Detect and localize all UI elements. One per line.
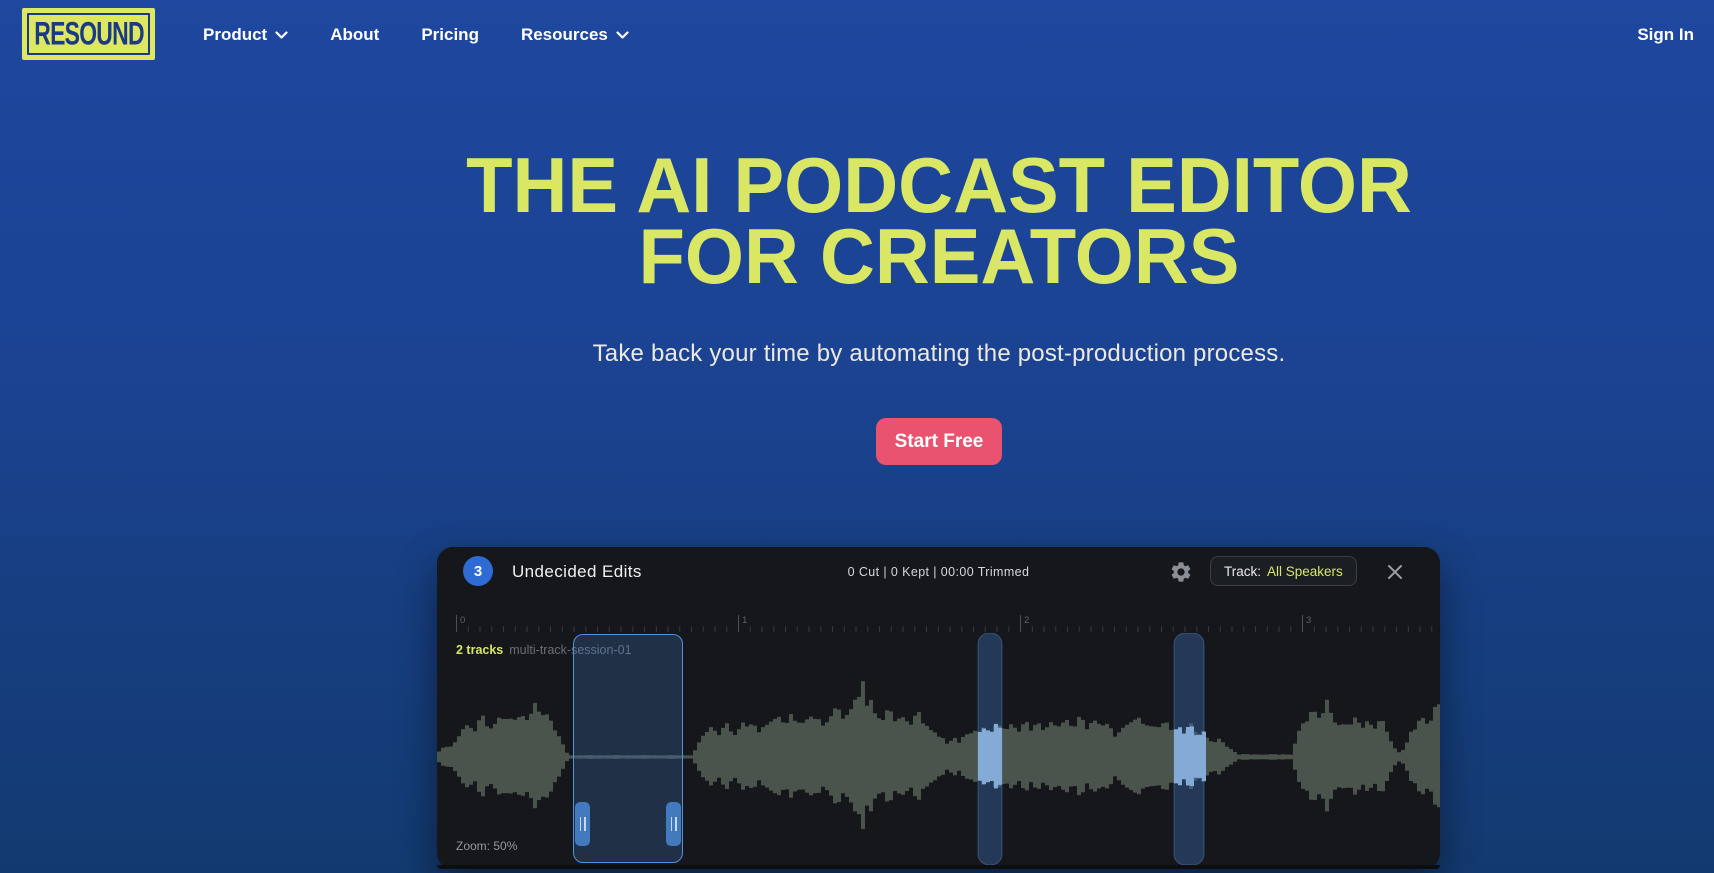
waveform-area[interactable]: 2 tracksmulti-track-session-01 Zoom: 50% — [437, 633, 1440, 866]
close-button[interactable] — [1385, 562, 1405, 582]
chevron-down-icon — [275, 31, 288, 40]
timeline-ruler: 0 1 2 3 — [437, 611, 1440, 633]
nav-item-product-label: Product — [203, 25, 267, 45]
track-selector-label: Track: — [1224, 564, 1261, 579]
selection-right-handle[interactable] — [666, 802, 681, 846]
tracks-count-label: 2 tracks — [456, 643, 503, 657]
nav-item-product[interactable]: Product — [203, 25, 288, 45]
hero-headline: THE AI PODCAST EDITORFOR CREATORS — [164, 151, 1714, 294]
chevron-down-icon — [616, 31, 629, 40]
resound-logo-text: RESOUND — [34, 15, 144, 53]
gear-icon — [1169, 560, 1193, 584]
svg-text:3: 3 — [1306, 615, 1311, 626]
settings-button[interactable] — [1169, 560, 1193, 584]
nav-item-pricing[interactable]: Pricing — [421, 25, 479, 45]
start-free-button[interactable]: Start Free — [876, 418, 1002, 465]
svg-text:0: 0 — [460, 615, 465, 626]
nav-item-about[interactable]: About — [330, 25, 379, 45]
undecided-edit-selection[interactable] — [573, 634, 683, 863]
selection-left-handle[interactable] — [575, 802, 590, 846]
nav-item-pricing-label: Pricing — [421, 25, 479, 45]
zoom-level-label: Zoom: 50% — [456, 839, 517, 853]
nav-item-resources[interactable]: Resources — [521, 25, 629, 45]
track-selector-value: All Speakers — [1267, 564, 1343, 579]
editor-header: 3 Undecided Edits 0 Cut | 0 Kept | 00:00… — [437, 547, 1440, 597]
hero-headline-line2: FOR CREATORS — [639, 214, 1240, 301]
close-icon — [1385, 562, 1405, 582]
sign-in-link[interactable]: Sign In — [1637, 0, 1694, 70]
nav-menu: Product About Pricing Resources — [203, 0, 629, 70]
resound-logo-frame: RESOUND — [27, 13, 150, 55]
svg-text:2: 2 — [1024, 615, 1029, 626]
panel-bottom-edge — [437, 865, 1440, 869]
svg-text:1: 1 — [742, 615, 747, 626]
hero-subtitle: Take back your time by automating the po… — [164, 340, 1714, 368]
nav-item-resources-label: Resources — [521, 25, 608, 45]
nav-item-about-label: About — [330, 25, 379, 45]
track-selector[interactable]: Track: All Speakers — [1210, 556, 1357, 586]
editor-panel: 3 Undecided Edits 0 Cut | 0 Kept | 00:00… — [437, 547, 1440, 869]
resound-logo[interactable]: RESOUND — [22, 8, 155, 60]
top-nav: RESOUND Product About Pricing Resources … — [0, 0, 1714, 70]
